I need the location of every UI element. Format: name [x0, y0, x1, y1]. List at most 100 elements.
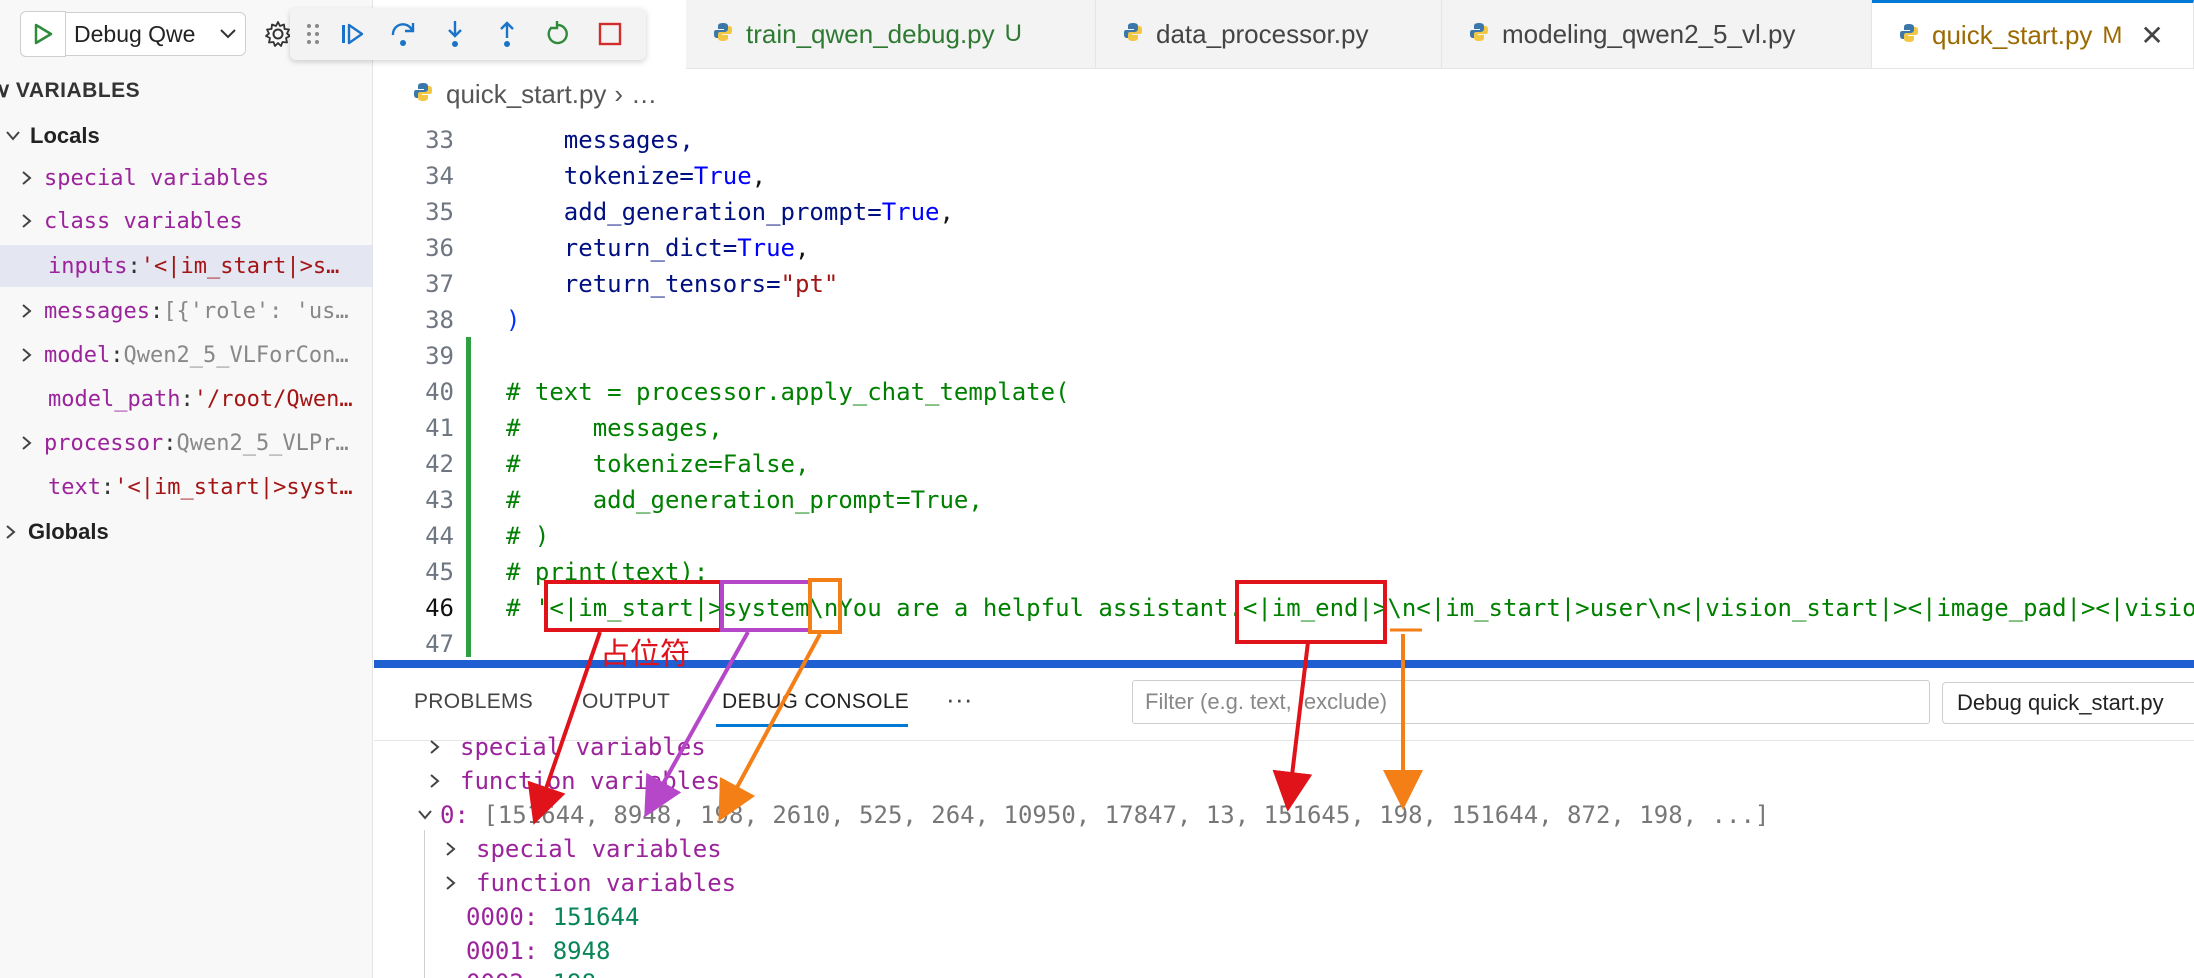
- tab-debug-console[interactable]: DEBUG CONSOLE: [722, 690, 909, 714]
- line-number: 33: [425, 126, 454, 154]
- code-line: 38 ): [374, 302, 2194, 338]
- step-into-button[interactable]: [429, 12, 481, 56]
- breadcrumb: quick_start.py › …: [412, 76, 657, 112]
- more-actions-icon[interactable]: ···: [946, 684, 973, 715]
- var-value: Qwen2_5_VLPr…: [176, 430, 349, 456]
- code-text: ): [506, 306, 521, 334]
- chevron-down-icon: [220, 29, 236, 39]
- restart-button[interactable]: [533, 12, 585, 56]
- console-var-name: function variables: [460, 767, 721, 795]
- console-row[interactable]: function variables: [440, 866, 736, 900]
- var-name: text: [48, 474, 101, 500]
- variables-header[interactable]: ∨ VARIABLES: [0, 78, 141, 103]
- console-row[interactable]: 0: [151644, 8948, 198, 2610, 525, 264, 1…: [414, 798, 1769, 832]
- console-index: 0000: [466, 903, 524, 931]
- debug-session-label: Debug quick_start.py: [1957, 690, 2164, 715]
- code-comment: # messages,: [506, 414, 723, 442]
- globals-scope[interactable]: Globals: [0, 511, 372, 553]
- var-value: '<|im_start|>s…: [140, 253, 340, 279]
- console-var-name: 0:: [440, 801, 484, 829]
- tab-modeling-qwen2-5-vl[interactable]: modeling_qwen2_5_vl.py: [1442, 0, 1872, 68]
- code-editor[interactable]: 33 messages, 34 tokenize=True, 35 add_ge…: [374, 115, 2194, 660]
- debug-sidebar: Debug Qwe ∨ VARIABLES Locals special vari…: [0, 0, 373, 978]
- variables-title: VARIABLES: [15, 79, 141, 102]
- tab-problems[interactable]: PROBLEMS: [414, 690, 533, 714]
- console-index: 0002: [466, 969, 524, 978]
- var-special-variables[interactable]: special variables: [0, 157, 372, 199]
- var-messages[interactable]: messages: [{'role': 'us…: [0, 290, 372, 332]
- var-value: '<|im_start|>syst…: [114, 474, 353, 500]
- code-line-current: 46 # '<|im_start|>system\nYou are a help…: [374, 590, 2194, 626]
- breadcrumb-file[interactable]: quick_start.py: [446, 79, 606, 110]
- console-var-value: [151644, 8948, 198, 2610, 525, 264, 1095…: [483, 801, 1770, 829]
- console-number: 8948: [552, 937, 611, 965]
- continue-button[interactable]: [326, 12, 378, 56]
- code-line: 42 # tokenize=False,: [374, 446, 2194, 482]
- line-number: 37: [425, 270, 454, 298]
- var-model-path[interactable]: model_path: '/root/Qwen…: [0, 378, 372, 420]
- modified-badge: M: [2102, 21, 2123, 49]
- breadcrumb-symbols[interactable]: …: [631, 79, 657, 110]
- code-token: ,: [939, 198, 954, 226]
- gear-icon: [265, 21, 291, 47]
- var-class-variables[interactable]: class variables: [0, 200, 372, 242]
- start-debugging-button[interactable]: [20, 11, 66, 57]
- var-text[interactable]: text: '<|im_start|>syst…: [0, 466, 372, 508]
- var-processor[interactable]: processor: Qwen2_5_VLPr…: [0, 422, 372, 464]
- var-inputs[interactable]: inputs: '<|im_start|>s…: [0, 245, 372, 287]
- active-tab-indicator: [716, 724, 908, 727]
- console-item[interactable]: 0001: 8948: [466, 934, 611, 968]
- close-icon[interactable]: ✕: [2140, 19, 2163, 52]
- debug-console-output: special variables function variables 0: …: [374, 730, 2194, 978]
- chevron-down-icon: [2, 125, 24, 147]
- line-number: 44: [425, 522, 454, 550]
- var-sep: :: [100, 474, 115, 500]
- step-out-icon: [499, 21, 514, 47]
- tab-data-processor[interactable]: data_processor.py: [1096, 0, 1442, 68]
- code-line: 41 # messages,: [374, 410, 2194, 446]
- console-row[interactable]: special variables: [440, 832, 722, 866]
- chevron-right-icon: [424, 770, 446, 792]
- python-file-icon: [1122, 19, 1144, 50]
- debug-session-select[interactable]: Debug quick_start.py: [1942, 682, 2194, 724]
- python-file-icon: [1898, 20, 1920, 51]
- console-row[interactable]: special variables: [424, 730, 706, 764]
- tab-quick-start[interactable]: quick_start.py M ✕: [1872, 0, 2194, 68]
- code-comment: # '<|im_start|>system\nYou are a helpful…: [506, 594, 2194, 622]
- continue-icon: [341, 23, 363, 45]
- step-over-button[interactable]: [378, 12, 430, 56]
- console-item[interactable]: 0002: 198: [466, 966, 596, 978]
- line-number: 47: [425, 630, 454, 658]
- tab-train-qwen-debug[interactable]: train_qwen_debug.py U: [686, 0, 1096, 68]
- var-value: '/root/Qwen…: [193, 386, 353, 412]
- line-number: 45: [425, 558, 454, 586]
- console-filter-input[interactable]: Filter (e.g. text, !exclude): [1132, 680, 1930, 724]
- debug-config-select[interactable]: Debug Qwe: [66, 12, 246, 56]
- tab-output[interactable]: OUTPUT: [582, 690, 670, 714]
- stop-button[interactable]: [584, 12, 636, 56]
- grip-icon: [306, 24, 319, 44]
- step-out-button[interactable]: [481, 12, 533, 56]
- var-model[interactable]: model: Qwen2_5_VLForCon…: [0, 334, 372, 376]
- code-line: 40 # text = processor.apply_chat_templat…: [374, 374, 2194, 410]
- code-token: "pt": [780, 270, 839, 298]
- line-number: 46: [425, 594, 454, 622]
- python-file-icon: [1468, 19, 1490, 50]
- console-row[interactable]: function variables: [424, 764, 720, 798]
- console-item[interactable]: 0000: 151644: [466, 900, 639, 934]
- code-comment: # print(text):: [506, 558, 709, 586]
- line-number: 42: [425, 450, 454, 478]
- globals-label: Globals: [28, 519, 109, 544]
- locals-scope[interactable]: Locals: [0, 115, 372, 157]
- code-comment: # add_generation_prompt=True,: [506, 486, 983, 514]
- drag-handle[interactable]: [300, 12, 326, 56]
- console-number: 198: [553, 969, 596, 978]
- tab-label: modeling_qwen2_5_vl.py: [1502, 18, 1796, 49]
- code-comment: # ): [506, 522, 550, 550]
- tab-label: train_qwen_debug.py: [746, 18, 995, 49]
- code-token: True: [737, 234, 795, 262]
- console-index: 0001: [466, 937, 524, 965]
